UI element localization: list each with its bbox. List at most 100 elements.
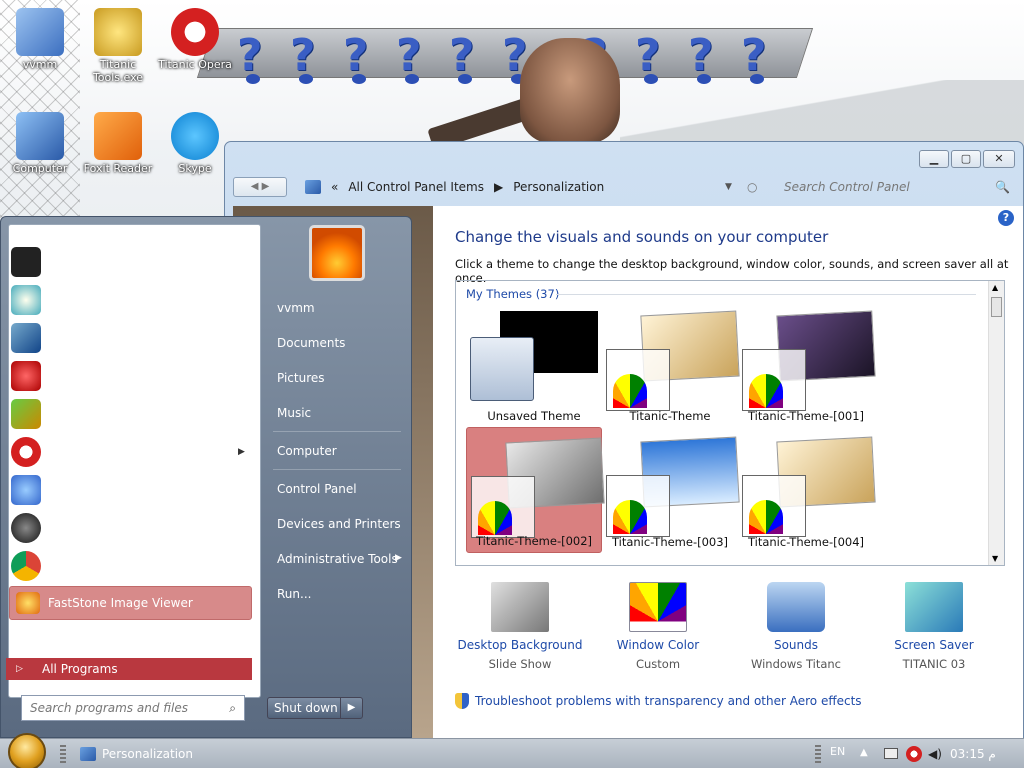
control-panel-icon: [305, 180, 321, 194]
user-avatar[interactable]: [309, 225, 365, 281]
desktop-icon-computer[interactable]: Computer: [0, 112, 80, 175]
desktop-icon-foxit-reader[interactable]: Foxit Reader: [78, 112, 158, 175]
theme-tile-titanic-001[interactable]: Titanic-Theme-[001]: [738, 301, 876, 427]
program-faststone-image-viewer[interactable]: FastStone Image Viewer: [9, 586, 252, 620]
submenu-arrow-icon[interactable]: ▶: [395, 553, 402, 563]
personalization-content: ? Change the visuals and sounds on your …: [433, 206, 1023, 738]
wallpaper-bridge: [620, 80, 1024, 150]
breadcrumb-separator-icon: ▶: [493, 180, 504, 194]
program-icon-media[interactable]: [11, 513, 41, 543]
theme-label: Titanic-Theme-[003]: [611, 535, 729, 549]
option-title[interactable]: Window Color: [593, 638, 723, 652]
start-button[interactable]: [8, 733, 46, 768]
color-palette-icon: [742, 349, 806, 411]
color-palette-icon: [606, 349, 670, 411]
option-title[interactable]: Screen Saver: [869, 638, 999, 652]
taskbar-grip[interactable]: [815, 745, 821, 763]
theme-tile-unsaved[interactable]: Unsaved Theme: [466, 301, 602, 427]
desktop-icon-label: vvmm: [22, 58, 58, 71]
desktop-icon-vvmm[interactable]: vvmm: [0, 8, 80, 71]
color-palette-icon: [606, 475, 670, 537]
start-item-documents[interactable]: Documents: [277, 336, 345, 350]
breadcrumb-overflow[interactable]: «: [331, 180, 338, 194]
start-menu-programs-pane: ▶ FastStone Image Viewer: [8, 224, 261, 698]
pdf-icon: [94, 112, 142, 160]
breadcrumb-dropdown-icon[interactable]: ▼: [725, 182, 732, 192]
all-programs-label: All Programs: [42, 662, 118, 676]
control-panel-icon: [80, 747, 96, 761]
start-item-control-panel[interactable]: Control Panel: [277, 482, 357, 496]
breadcrumb-personalization[interactable]: Personalization: [513, 180, 604, 194]
search-icon[interactable]: ⌕: [229, 701, 236, 716]
desktop-icon-titanic-opera[interactable]: Titanic Opera: [155, 8, 235, 71]
help-icon[interactable]: ?: [998, 210, 1014, 226]
search-control-panel-input[interactable]: Search Control Panel 🔍: [778, 176, 1014, 198]
window-color-icon: [629, 582, 687, 632]
taskbar-grip[interactable]: [60, 745, 66, 763]
volume-icon[interactable]: ◀): [928, 747, 942, 761]
program-icon-tools[interactable]: [11, 475, 41, 505]
screen-saver-option[interactable]: Screen Saver TITANIC 03: [869, 582, 999, 671]
computer-icon: [16, 112, 64, 160]
scroll-down-icon[interactable]: ▼: [992, 554, 998, 563]
taskbar-item-personalization[interactable]: Personalization: [80, 742, 280, 766]
start-item-user[interactable]: vvmm: [277, 301, 315, 315]
option-title[interactable]: Sounds: [731, 638, 861, 652]
shut-down-button[interactable]: Shut down ▶: [267, 697, 363, 719]
all-programs-button[interactable]: ▷ All Programs: [6, 658, 252, 680]
program-icon-java[interactable]: [11, 361, 41, 391]
start-item-pictures[interactable]: Pictures: [277, 371, 325, 385]
sounds-option[interactable]: Sounds Windows Titanc: [731, 582, 861, 671]
chrome-icon[interactable]: [11, 551, 41, 581]
start-item-music[interactable]: Music: [277, 406, 311, 420]
clock[interactable]: 03:15 م: [950, 747, 996, 761]
desktop-icon-label: Titanic Opera: [158, 58, 232, 71]
program-icon-calculator[interactable]: [11, 247, 41, 277]
scroll-thumb[interactable]: [991, 297, 1002, 317]
start-item-run[interactable]: Run...: [277, 587, 311, 601]
theme-tile-titanic-002[interactable]: Titanic-Theme-[002]: [466, 427, 605, 553]
desktop-icon-titanic-tools[interactable]: Titanic Tools.exe: [78, 8, 158, 84]
program-icon-game[interactable]: [11, 399, 41, 429]
theme-tile-titanic-003[interactable]: Titanic-Theme-[003]: [602, 427, 740, 553]
network-icon[interactable]: [884, 748, 898, 759]
back-forward-buttons[interactable]: ◀ ▶: [233, 177, 287, 197]
show-hidden-icons-icon[interactable]: ▲: [860, 747, 868, 758]
minimize-button[interactable]: ▁: [919, 150, 949, 168]
program-label: FastStone Image Viewer: [48, 596, 193, 610]
group-divider: [556, 294, 976, 295]
start-item-computer[interactable]: Computer: [277, 444, 337, 458]
start-search-input[interactable]: Search programs and files ⌕: [21, 695, 245, 721]
opera-icon: [171, 8, 219, 56]
address-bar: ◀ ▶ « All Control Panel Items ▶ Personal…: [233, 176, 1010, 198]
theme-tile-titanic[interactable]: Titanic-Theme: [602, 301, 740, 427]
opera-icon[interactable]: [11, 437, 41, 467]
themes-scrollbar[interactable]: ▼ ▲: [988, 281, 1004, 565]
window-color-option[interactable]: Window Color Custom: [593, 582, 723, 671]
maximize-button[interactable]: ▢: [951, 150, 981, 168]
breadcrumb: « All Control Panel Items ▶ Personalizat…: [305, 176, 761, 198]
desktop-icon-skype[interactable]: Skype: [155, 112, 235, 175]
program-icon-paint[interactable]: [11, 285, 41, 315]
shut-down-options-icon[interactable]: ▶: [340, 698, 362, 718]
refresh-icon[interactable]: ○: [747, 180, 757, 194]
desktop-background-option[interactable]: Desktop Background Slide Show: [455, 582, 585, 671]
start-item-administrative-tools[interactable]: Administrative Tools: [277, 552, 398, 566]
folder-icon: [16, 8, 64, 56]
troubleshoot-label[interactable]: Troubleshoot problems with transparency …: [475, 694, 862, 708]
skype-icon: [171, 112, 219, 160]
search-icon[interactable]: 🔍: [995, 180, 1010, 194]
troubleshoot-link[interactable]: Troubleshoot problems with transparency …: [455, 693, 862, 709]
language-indicator[interactable]: EN: [830, 745, 845, 758]
scroll-up-icon[interactable]: ▲: [992, 283, 998, 292]
program-icon-remote-desktop[interactable]: [11, 323, 41, 353]
breadcrumb-all-items[interactable]: All Control Panel Items: [348, 180, 484, 194]
close-button[interactable]: ✕: [983, 150, 1015, 168]
option-value: Custom: [635, 657, 681, 671]
submenu-arrow-icon[interactable]: ▶: [238, 447, 245, 457]
theme-tile-titanic-004[interactable]: Titanic-Theme-[004]: [738, 427, 876, 553]
screen-saver-icon: [905, 582, 963, 632]
option-title[interactable]: Desktop Background: [455, 638, 585, 652]
start-item-devices-printers[interactable]: Devices and Printers: [277, 517, 401, 531]
tray-app-icon[interactable]: [906, 746, 922, 762]
